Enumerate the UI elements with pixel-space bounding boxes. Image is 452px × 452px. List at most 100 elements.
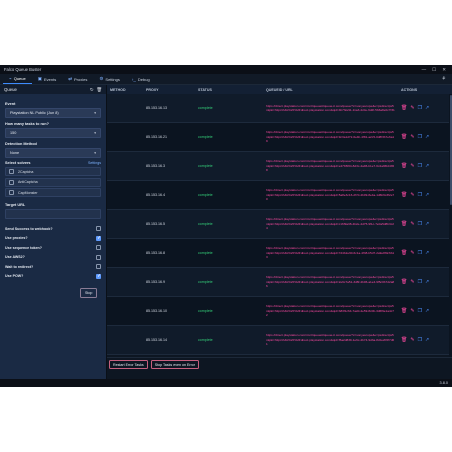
option-redirect[interactable]: Wait to redirect? <box>5 262 101 272</box>
edit-icon[interactable]: ✎ <box>410 250 414 256</box>
copy-icon[interactable]: ❐ <box>418 221 422 227</box>
detection-select[interactable]: None ▾ <box>5 148 101 158</box>
edit-icon[interactable]: ✎ <box>410 308 414 314</box>
external-link-icon[interactable]: ↗ <box>425 163 429 169</box>
external-link-icon[interactable]: ↗ <box>425 337 429 343</box>
delete-icon[interactable]: 🗑 <box>401 221 407 227</box>
external-link-icon[interactable]: ↗ <box>425 279 429 285</box>
stop-button[interactable]: Stop <box>80 288 98 298</box>
edit-icon[interactable]: ✎ <box>410 279 414 285</box>
checkbox[interactable] <box>96 273 101 279</box>
debug-icon: ›_ <box>131 76 136 82</box>
proxy-cell: 85.153.16.13 <box>146 106 167 110</box>
external-link-icon[interactable]: ↗ <box>425 192 429 198</box>
checkbox[interactable] <box>9 179 14 185</box>
edit-icon[interactable]: ✎ <box>410 105 414 111</box>
delete-icon[interactable]: 🗑 <box>401 105 407 111</box>
chevron-down-icon: ▾ <box>94 131 96 135</box>
tab-queue[interactable]: ⌁ Queue <box>3 74 32 84</box>
solver-settings-link[interactable]: Settings <box>88 161 101 165</box>
solver-capmonster[interactable]: CapMonster <box>5 188 101 197</box>
chevron-down-icon: ▾ <box>94 151 96 155</box>
delete-icon[interactable]: 🗑 <box>401 163 407 169</box>
option-label: Use sequence token? <box>5 245 42 250</box>
option-webhook[interactable]: Send Success to webhook? <box>5 224 101 234</box>
queue-url-cell[interactable]: https://direct.playstation.com/nl-nl/que… <box>263 275 398 288</box>
refresh-icon[interactable]: ↻ <box>90 87 94 93</box>
proxy-cell: 85.153.16.3 <box>146 164 165 168</box>
copy-icon[interactable]: ❐ <box>418 279 422 285</box>
status-cell: complete <box>198 106 213 110</box>
account-icon[interactable]: ⚘ <box>442 76 449 82</box>
queue-url-cell[interactable]: https://direct.playstation.com/nl-nl/que… <box>263 333 398 346</box>
external-link-icon[interactable]: ↗ <box>425 134 429 140</box>
copy-icon[interactable]: ❐ <box>418 105 422 111</box>
external-link-icon[interactable]: ↗ <box>425 105 429 111</box>
checkbox[interactable] <box>9 169 14 174</box>
queue-url-cell[interactable]: https://direct.playstation.com/nl-nl/que… <box>263 246 398 259</box>
tasks-label: How many tasks to run? <box>5 122 49 126</box>
edit-icon[interactable]: ✎ <box>410 134 414 140</box>
scrollbar-thumb[interactable] <box>449 95 452 205</box>
queue-url-cell[interactable]: https://direct.playstation.com/nl-nl/que… <box>263 304 398 317</box>
queue-url-cell[interactable]: https://direct.playstation.com/nl-nl/que… <box>263 130 398 143</box>
maximize-icon[interactable]: ☐ <box>432 67 436 73</box>
queue-url-cell[interactable]: https://direct.playstation.com/nl-nl/que… <box>263 104 398 113</box>
gear-icon: ⚙ <box>99 76 104 81</box>
external-link-icon[interactable]: ↗ <box>425 250 429 256</box>
copy-icon[interactable]: ❐ <box>418 192 422 198</box>
solver-anticaptcha[interactable]: AntiCaptcha <box>5 177 101 187</box>
tab-proxies[interactable]: ⇄ Proxies <box>62 74 93 84</box>
edit-icon[interactable]: ✎ <box>410 192 414 198</box>
option-proxies[interactable]: Use proxies? <box>5 234 101 244</box>
checkbox[interactable] <box>96 235 101 241</box>
queue-url-cell[interactable]: https://direct.playstation.com/nl-nl/que… <box>263 217 398 230</box>
event-value: Playstation NL Public (Jun 8) <box>10 111 59 115</box>
checkbox[interactable] <box>96 264 101 270</box>
copy-icon[interactable]: ❐ <box>418 134 422 140</box>
solver-2captcha[interactable]: 2Captcha <box>5 167 101 176</box>
edit-icon[interactable]: ✎ <box>410 163 414 169</box>
event-select[interactable]: Playstation NL Public (Jun 8) ▾ <box>5 108 101 118</box>
events-icon: ▣ <box>37 76 42 81</box>
delete-icon[interactable]: 🗑 <box>401 192 407 198</box>
option-label: Send Success to webhook? <box>5 226 53 231</box>
copy-icon[interactable]: ❐ <box>418 337 422 343</box>
table-row: 85.153.16.4 complete https://direct.playst… <box>107 181 452 210</box>
external-link-icon[interactable]: ↗ <box>425 221 429 227</box>
option-aws2[interactable]: Use AWS2? <box>5 253 101 263</box>
close-icon[interactable]: ✕ <box>442 67 446 73</box>
tasks-table: METHOD PROXY STATUS QUEUEID / URL ACTION… <box>107 85 452 387</box>
checkbox[interactable] <box>9 190 14 195</box>
delete-icon[interactable]: 🗑 <box>401 134 407 140</box>
target-url-input[interactable] <box>5 209 101 219</box>
copy-icon[interactable]: ❐ <box>418 163 422 169</box>
external-link-icon[interactable]: ↗ <box>425 308 429 314</box>
proxy-cell: 85.153.16.5 <box>146 222 165 226</box>
option-sequence-token[interactable]: Use sequence token? <box>5 243 101 253</box>
tab-events[interactable]: ▣ Events <box>32 74 63 84</box>
checkbox[interactable] <box>96 254 101 260</box>
checkbox[interactable] <box>96 226 101 232</box>
tab-debug[interactable]: ›_ Debug <box>126 74 156 84</box>
delete-icon[interactable]: 🗑 <box>401 337 407 343</box>
restart-error-tasks-button[interactable]: Restart Error Tasks <box>109 360 148 369</box>
delete-icon[interactable]: 🗑 <box>401 279 407 285</box>
queue-url-cell[interactable]: https://direct.playstation.com/nl-nl/que… <box>263 159 398 172</box>
proxy-cell: 85.153.16.4 <box>146 193 165 197</box>
copy-icon[interactable]: ❐ <box>418 308 422 314</box>
checkbox[interactable] <box>96 245 101 251</box>
edit-icon[interactable]: ✎ <box>410 221 414 227</box>
delete-icon[interactable]: 🗑 <box>401 250 407 256</box>
delete-icon[interactable]: 🗑 <box>401 308 407 314</box>
minimize-icon[interactable]: — <box>422 67 427 73</box>
trash-icon[interactable]: 🗑 <box>97 87 102 93</box>
option-pow[interactable]: Use POW? <box>5 272 101 282</box>
tasks-select[interactable]: 150 ▾ <box>5 128 101 138</box>
stop-tasks-button[interactable]: Stop Tasks even on Error <box>150 360 199 369</box>
edit-icon[interactable]: ✎ <box>410 337 414 343</box>
copy-icon[interactable]: ❐ <box>418 250 422 256</box>
queue-url-cell[interactable]: https://direct.playstation.com/nl-nl/que… <box>263 188 398 201</box>
solver-label: AntiCaptcha <box>18 180 38 184</box>
tab-settings[interactable]: ⚙ Settings <box>93 74 126 84</box>
